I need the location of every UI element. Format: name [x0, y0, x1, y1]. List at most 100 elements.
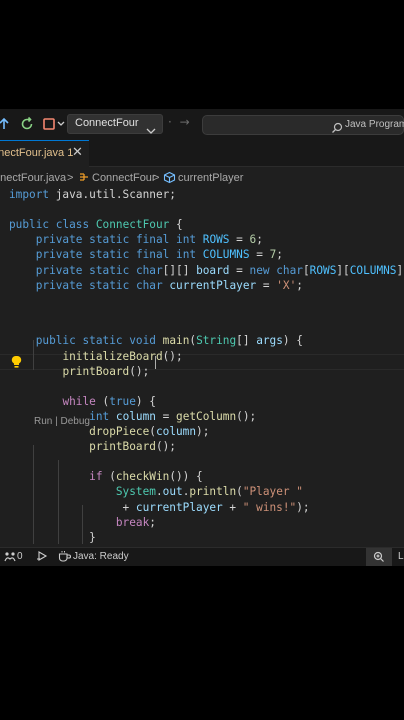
launch-config-select[interactable]: ConnectFour: [67, 114, 163, 134]
code-token: }: [9, 530, 96, 544]
code-token: ][: [336, 263, 350, 277]
coffee-icon: [58, 550, 71, 565]
code-line[interactable]: initializeBoard();: [9, 349, 182, 364]
code-token: ROWS: [309, 263, 337, 277]
zoom-button[interactable]: [366, 548, 392, 566]
code-line[interactable]: System.out.println("Player ": [9, 484, 303, 499]
code-token: int: [176, 248, 197, 262]
close-icon[interactable]: ✕: [72, 145, 83, 160]
code-token: private: [35, 233, 83, 247]
code-line[interactable]: public class ConnectFour {: [9, 217, 183, 232]
debug-run-icon[interactable]: [36, 550, 48, 565]
code-token: final: [135, 233, 170, 247]
code-token: []: [236, 334, 257, 348]
tab-connectfour-java[interactable]: nnectFour.java 1 ✕: [0, 140, 89, 167]
breadcrumb-class[interactable]: ConnectFour: [92, 172, 156, 184]
code-token: COLUMNS: [202, 248, 250, 262]
breadcrumb-file[interactable]: nnectFour.java: [0, 172, 66, 184]
code-line[interactable]: if (checkWin()) {: [9, 469, 203, 484]
breadcrumb: nnectFour.java > ConnectFour > currentPl…: [0, 169, 404, 187]
ports-count[interactable]: 0: [17, 551, 23, 562]
code-line[interactable]: dropPiece(column);: [9, 424, 209, 439]
code-token: column: [115, 409, 156, 423]
status-bar: 0 Java: Ready L: [0, 547, 404, 566]
code-token: dropPiece: [89, 425, 150, 439]
command-center-search[interactable]: Java Program: [202, 115, 404, 135]
java-status[interactable]: Java: Ready: [73, 551, 129, 562]
status-right-item[interactable]: L: [398, 551, 404, 562]
code-token: break: [115, 515, 150, 529]
search-label: Java Program: [345, 119, 404, 130]
code-token: java.util.Scanner;: [49, 188, 176, 201]
code-token: out: [162, 485, 183, 499]
chevron-down-icon: [146, 120, 156, 139]
code-token: +: [9, 500, 136, 514]
code-line[interactable]: private static final int COLUMNS = 7;: [9, 247, 283, 262]
code-token: ROWS: [202, 233, 230, 247]
code-token: args: [256, 334, 283, 348]
code-token: initializeBoard: [62, 349, 163, 363]
code-token: board: [196, 263, 230, 277]
code-token: (: [236, 485, 243, 499]
code-token: ();: [129, 364, 150, 378]
code-line[interactable]: while (true) {: [9, 394, 156, 409]
code-line[interactable]: private static char[][] board = new char…: [9, 263, 404, 278]
breadcrumb-sep: >: [67, 172, 74, 184]
code-token: main: [162, 334, 190, 348]
nav-arrows: · →: [168, 115, 190, 129]
code-token: column: [155, 425, 197, 439]
code-line[interactable]: printBoard();: [9, 364, 149, 379]
code-line[interactable]: int column = getColumn();: [9, 409, 256, 424]
breadcrumb-sep: >: [153, 172, 160, 184]
code-token: System: [115, 485, 156, 499]
code-token: public: [35, 334, 76, 348]
code-token: =: [229, 263, 250, 277]
code-token: char: [276, 263, 303, 277]
code-line[interactable]: import java.util.Scanner;: [9, 187, 176, 202]
forward-icon[interactable]: →: [180, 115, 190, 129]
code-editor[interactable]: Run | Debug import java.util.Scanner; pub…: [0, 187, 404, 544]
code-token: true: [109, 394, 136, 408]
field-icon: [163, 171, 176, 187]
step-icon[interactable]: [0, 116, 14, 132]
code-token: checkWin: [115, 470, 170, 484]
code-line[interactable]: private static final int ROWS = 6;: [9, 232, 263, 247]
stop-icon[interactable]: [41, 116, 57, 132]
code-line[interactable]: public static void main(String[] args) {: [9, 333, 303, 348]
code-token: static: [89, 248, 130, 262]
code-line[interactable]: + currentPlayer + " wins!");: [9, 500, 310, 515]
code-token: new: [249, 263, 270, 277]
code-token: static: [89, 233, 130, 247]
ports-icon[interactable]: [4, 550, 16, 565]
search-icon: [331, 119, 343, 138]
code-line[interactable]: printBoard();: [9, 439, 176, 454]
code-token: getColumn: [176, 409, 237, 423]
code-token: );: [296, 500, 310, 514]
code-token: currentPlayer: [135, 500, 223, 514]
code-token: =: [229, 233, 250, 247]
code-line[interactable]: private static char currentPlayer = 'X';: [9, 278, 303, 293]
restart-icon[interactable]: [19, 116, 35, 132]
code-line[interactable]: break;: [9, 515, 156, 530]
breadcrumb-symbol[interactable]: currentPlayer: [178, 172, 243, 184]
launch-config-label: ConnectFour: [75, 117, 139, 129]
back-icon[interactable]: ·: [168, 115, 172, 129]
code-token: int: [176, 233, 197, 247]
code-token: COLUMNS: [349, 263, 397, 277]
code-token: ;: [276, 248, 283, 262]
code-token: printBoard: [62, 364, 130, 378]
code-line[interactable]: }: [9, 530, 96, 544]
code-token: ;: [296, 278, 303, 292]
code-token: );: [196, 425, 210, 439]
code-token: ) {: [282, 334, 303, 348]
